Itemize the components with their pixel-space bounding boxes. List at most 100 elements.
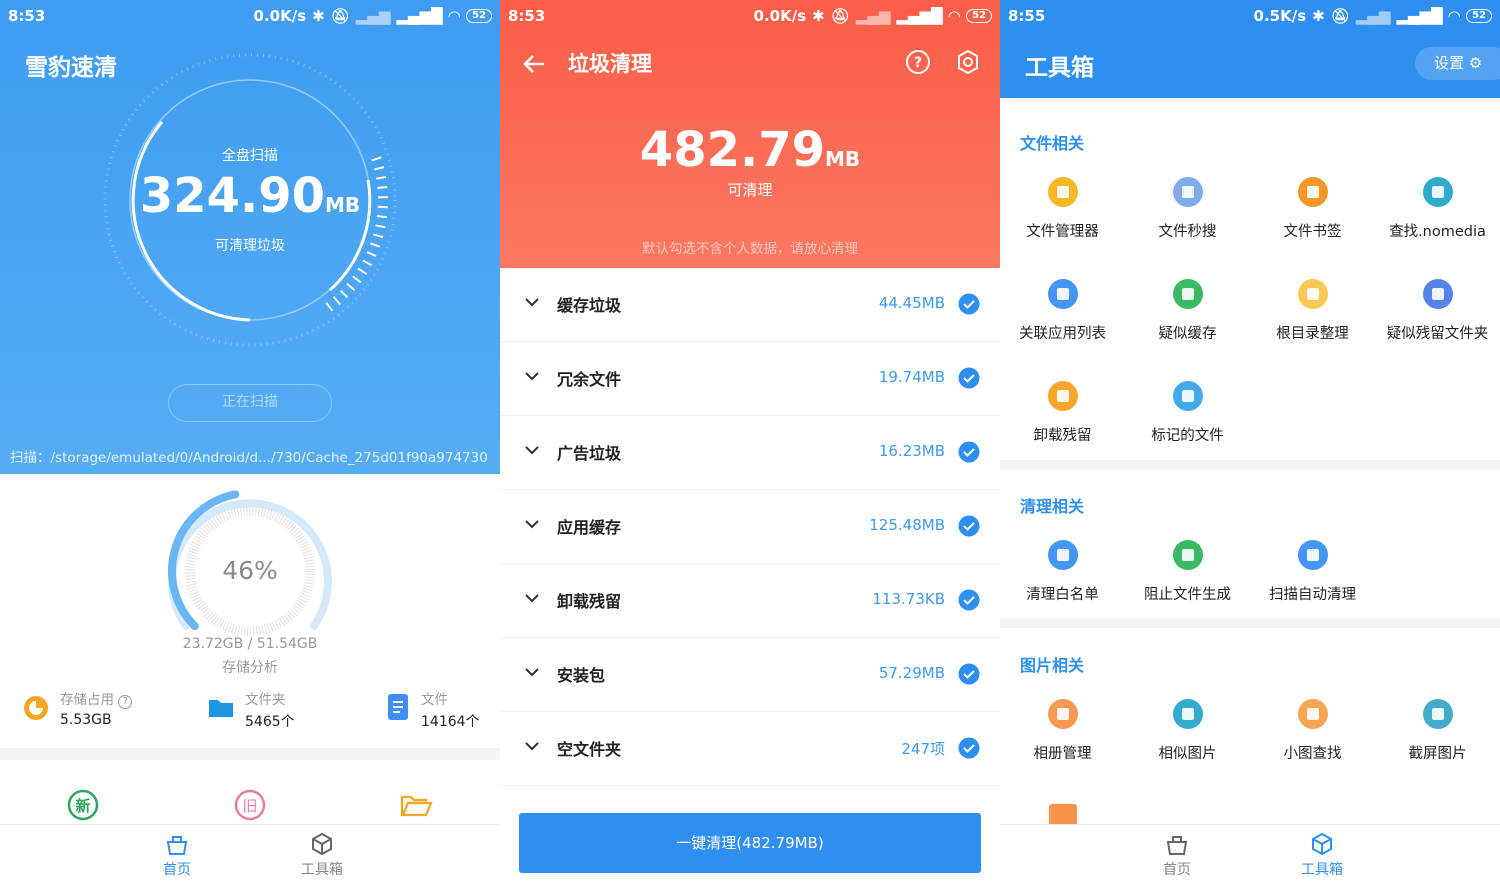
file-search-icon	[1172, 177, 1203, 207]
battery-icon: 52	[1466, 9, 1492, 23]
junk-clean-screen: 8:53 0.0K/s ✱ 🔕︎ ▂▄▆ ▂▄▆█ ◠ 52 垃圾清理 ? 48…	[500, 0, 1000, 888]
tool-item[interactable]: 扫描自动清理	[1250, 539, 1375, 604]
bookmark-icon	[1297, 177, 1328, 207]
new-files-icon[interactable]: 新	[66, 788, 100, 822]
back-arrow-icon[interactable]	[520, 50, 548, 78]
tool-item[interactable]: 疑似缓存	[1125, 278, 1250, 343]
tool-item[interactable]: 文件书签	[1250, 176, 1375, 241]
toolbox-screen: 8:55 0.5K/s ✱ 🔕︎ ▂▄▆ ▂▄▆█ ◠ 52 工具箱 设置 ⚙ …	[1000, 0, 1500, 888]
tool-item[interactable]: 截屏图片	[1375, 698, 1500, 763]
tool-item[interactable]: 查找.nomedia	[1375, 176, 1500, 241]
block-file-icon	[1172, 540, 1203, 570]
signal-icon: ▂▄▆	[855, 7, 891, 25]
tool-item[interactable]: 疑似残留文件夹	[1375, 278, 1500, 343]
safety-note: 默认勾选不含个人数据，请放心清理	[642, 241, 858, 257]
junk-category-row[interactable]: 空文件夹 247项	[500, 712, 1000, 786]
tool-item[interactable]: 清理白名单	[1000, 539, 1125, 604]
chevron-down-icon[interactable]	[524, 518, 540, 530]
tool-label: 相册管理	[1033, 746, 1092, 762]
tool-item[interactable]: 小图查找	[1250, 698, 1375, 763]
storage-usage-stat[interactable]: 存储占用 ? 5.53GB	[22, 688, 133, 728]
junk-category-row[interactable]: 安装包 57.29MB	[500, 638, 1000, 712]
pie-chart-icon	[24, 696, 48, 720]
junk-category-row[interactable]: 缓存垃圾 44.45MB	[500, 268, 1000, 342]
small-image-icon	[1297, 699, 1328, 729]
wifi-icon: ◠	[1448, 7, 1461, 25]
scan-label: 全盘扫描	[222, 148, 278, 164]
junk-size-value: 324.90	[139, 168, 326, 224]
stat-label: 文件	[421, 692, 448, 708]
tab-home[interactable]: 首页	[137, 831, 217, 879]
category-name: 缓存垃圾	[557, 296, 622, 315]
tool-item[interactable]: 文件管理器	[1000, 176, 1125, 241]
tool-item[interactable]: 关联应用列表	[1000, 278, 1125, 343]
tool-item[interactable]: 相册管理	[1000, 698, 1125, 763]
broom-icon	[1172, 279, 1203, 309]
one-click-clean-button[interactable]: 一键清理(482.79MB)	[519, 813, 981, 873]
checkbox-checked-icon[interactable]	[958, 663, 980, 685]
chevron-down-icon[interactable]	[524, 666, 540, 678]
help-icon[interactable]: ?	[904, 48, 932, 76]
junk-category-row[interactable]: 冗余文件 19.74MB	[500, 342, 1000, 416]
tool-label: 文件管理器	[1026, 224, 1099, 240]
junk-size-unit: MB	[325, 193, 361, 217]
bottom-tab-bar: 首页 工具箱	[1000, 824, 1500, 888]
tool-label: 清理白名单	[1026, 587, 1099, 603]
files-stat[interactable]: 文件 14164个	[385, 688, 480, 731]
settings-button[interactable]: 设置 ⚙	[1415, 47, 1500, 80]
junk-category-row[interactable]: 应用缓存 125.48MB	[500, 490, 1000, 564]
chevron-down-icon[interactable]	[524, 370, 540, 382]
tool-label: 文件秒搜	[1158, 224, 1217, 240]
cleanable-size-unit: MB	[825, 147, 861, 171]
category-size: 57.29MB	[878, 664, 945, 682]
checkbox-checked-icon[interactable]	[958, 441, 980, 463]
category-name: 空文件夹	[557, 740, 622, 759]
tab-home[interactable]: 首页	[1137, 831, 1217, 879]
tab-toolbox[interactable]: 工具箱	[1282, 831, 1362, 879]
cleanable-caption: 可清理	[727, 181, 773, 199]
tab-toolbox[interactable]: 工具箱	[282, 831, 362, 879]
uninstall-residue-icon	[1047, 381, 1078, 411]
status-bar: 8:53 0.0K/s ✱ 🔕︎ ▂▄▆ ▂▄▆█ ◠ 52	[0, 0, 500, 32]
chevron-down-icon[interactable]	[524, 740, 540, 752]
folder-icon	[209, 700, 233, 717]
scanning-button[interactable]: 正在扫描	[168, 384, 332, 422]
checkbox-checked-icon[interactable]	[958, 737, 980, 759]
bottom-tab-bar: 首页 工具箱	[0, 824, 500, 888]
settings-icon[interactable]	[954, 48, 982, 76]
bluetooth-icon: ✱	[1312, 7, 1325, 25]
album-icon	[1047, 699, 1078, 729]
junk-category-row[interactable]: 卸载残留 113.73KB	[500, 564, 1000, 638]
open-folder-icon[interactable]	[399, 788, 433, 822]
signal-icon: ▂▄▆	[1355, 7, 1391, 25]
new-files-text: 新	[75, 797, 90, 815]
stat-label: 存储占用	[60, 692, 114, 708]
wifi-icon: ◠	[948, 7, 961, 25]
tool-item[interactable]: 根目录整理	[1250, 278, 1375, 343]
tool-label: 疑似残留文件夹	[1386, 326, 1489, 342]
category-size: 16.23MB	[878, 442, 945, 460]
chevron-down-icon[interactable]	[524, 296, 540, 308]
old-files-icon[interactable]: 旧	[233, 788, 267, 822]
checkbox-checked-icon[interactable]	[958, 515, 980, 537]
network-speed: 0.0K/s	[253, 7, 307, 25]
help-icon[interactable]: ?	[118, 695, 133, 709]
stat-value: 5.53GB	[60, 712, 112, 728]
tool-item[interactable]: 相似图片	[1125, 698, 1250, 763]
junk-category-row[interactable]: 广告垃圾 16.23MB	[500, 416, 1000, 490]
tool-item[interactable]: 卸载残留	[1000, 380, 1125, 445]
checkbox-checked-icon[interactable]	[958, 589, 980, 611]
bluetooth-icon: ✱	[812, 7, 825, 25]
tool-item[interactable]: 文件秒搜	[1125, 176, 1250, 241]
tool-item[interactable]: 阻止文件生成	[1125, 539, 1250, 604]
svg-text:?: ?	[914, 55, 922, 71]
checkbox-checked-icon[interactable]	[958, 367, 980, 389]
chevron-down-icon[interactable]	[524, 592, 540, 604]
tool-label: 标记的文件	[1151, 428, 1224, 444]
tool-item[interactable]: 标记的文件	[1125, 380, 1250, 445]
folders-stat[interactable]: 文件夹 5465个	[207, 688, 295, 731]
chevron-down-icon[interactable]	[524, 444, 540, 456]
storage-analysis-link[interactable]: 存储分析	[0, 657, 500, 677]
category-size: 247项	[901, 740, 945, 758]
checkbox-checked-icon[interactable]	[958, 293, 980, 315]
